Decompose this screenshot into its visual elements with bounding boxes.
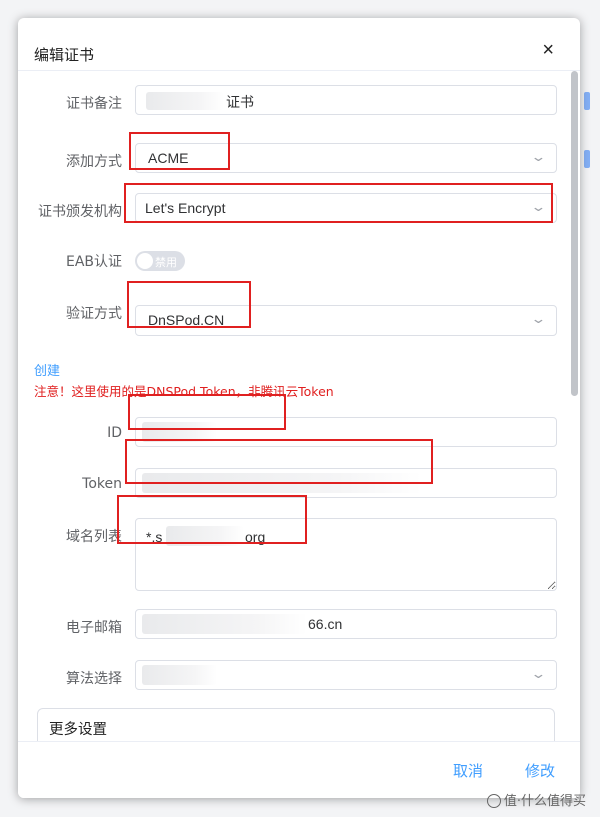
email-value: 66.cn [308, 616, 343, 632]
watermark: 值·什么值得买 [486, 790, 586, 809]
token-label: Token [82, 476, 122, 492]
token-input[interactable] [135, 468, 557, 498]
email-input[interactable]: 66.cn [135, 609, 557, 639]
chevron-down-icon: ⌄ [530, 666, 547, 681]
chevron-down-icon: ⌄ [530, 311, 547, 326]
edit-certificate-dialog: 编辑证书 × 证书备注 证书 添加方式 ACME ⌄ 证书颁发机构 Let's … [18, 18, 580, 798]
more-settings-title: 更多设置 [49, 722, 107, 738]
remark-label: 证书备注 [66, 96, 122, 112]
submit-button[interactable]: 修改 [525, 760, 555, 781]
background-accent [584, 92, 590, 110]
add-method-label: 添加方式 [66, 154, 122, 170]
ca-label: 证书颁发机构 [38, 204, 122, 220]
add-method-value: ACME [148, 150, 189, 166]
toggle-knob [137, 253, 153, 269]
id-label: ID [107, 425, 122, 441]
email-label: 电子邮箱 [66, 620, 122, 636]
ca-select[interactable]: Let's Encrypt ⌄ [135, 193, 557, 223]
more-settings-panel[interactable]: 更多设置 [37, 708, 555, 742]
remark-value: 证书 [226, 94, 254, 110]
warning-text: 注意！这里使用的是DNSPod Token，非腾讯云Token [34, 384, 334, 399]
domain-suffix: org [245, 529, 266, 545]
watermark-logo-icon [486, 794, 501, 808]
domain-list-label: 域名列表 [66, 529, 122, 545]
verify-method-select[interactable]: DnSPod.CN ⌄ [135, 305, 557, 336]
verify-method-label: 验证方式 [66, 306, 122, 322]
add-method-select[interactable]: ACME ⌄ [135, 143, 557, 173]
id-input[interactable] [135, 417, 557, 447]
eab-label: EAB认证 [65, 254, 122, 270]
redacted-text [142, 665, 217, 685]
dialog-title: 编辑证书 [34, 46, 95, 64]
remark-input[interactable]: 证书 [135, 85, 557, 115]
redacted-text [146, 92, 224, 110]
create-token-link[interactable]: 创建 [34, 360, 60, 379]
redacted-text [142, 473, 422, 493]
algorithm-label: 算法选择 [66, 671, 122, 687]
chevron-down-icon: ⌄ [530, 199, 547, 214]
cancel-button[interactable]: 取消 [453, 760, 483, 781]
redacted-text [142, 614, 307, 634]
chevron-down-icon: ⌄ [530, 149, 547, 164]
redacted-text [166, 526, 244, 546]
watermark-text: 值·什么值得买 [503, 794, 586, 809]
domain-prefix: *.s [146, 529, 163, 545]
ca-value: Let's Encrypt [145, 200, 226, 216]
redacted-text [142, 422, 217, 442]
background-accent [584, 150, 590, 168]
close-icon[interactable]: × [542, 40, 554, 60]
form-body[interactable]: 证书备注 证书 添加方式 ACME ⌄ 证书颁发机构 Let's Encrypt… [18, 71, 580, 742]
dialog-header: 编辑证书 × [18, 18, 580, 71]
verify-method-value: DnSPod.CN [148, 312, 225, 328]
scrollbar[interactable] [571, 71, 578, 396]
eab-toggle-text: 禁用 [155, 256, 177, 269]
eab-toggle[interactable]: 禁用 [135, 251, 185, 271]
algorithm-select[interactable]: ⌄ [135, 660, 557, 690]
